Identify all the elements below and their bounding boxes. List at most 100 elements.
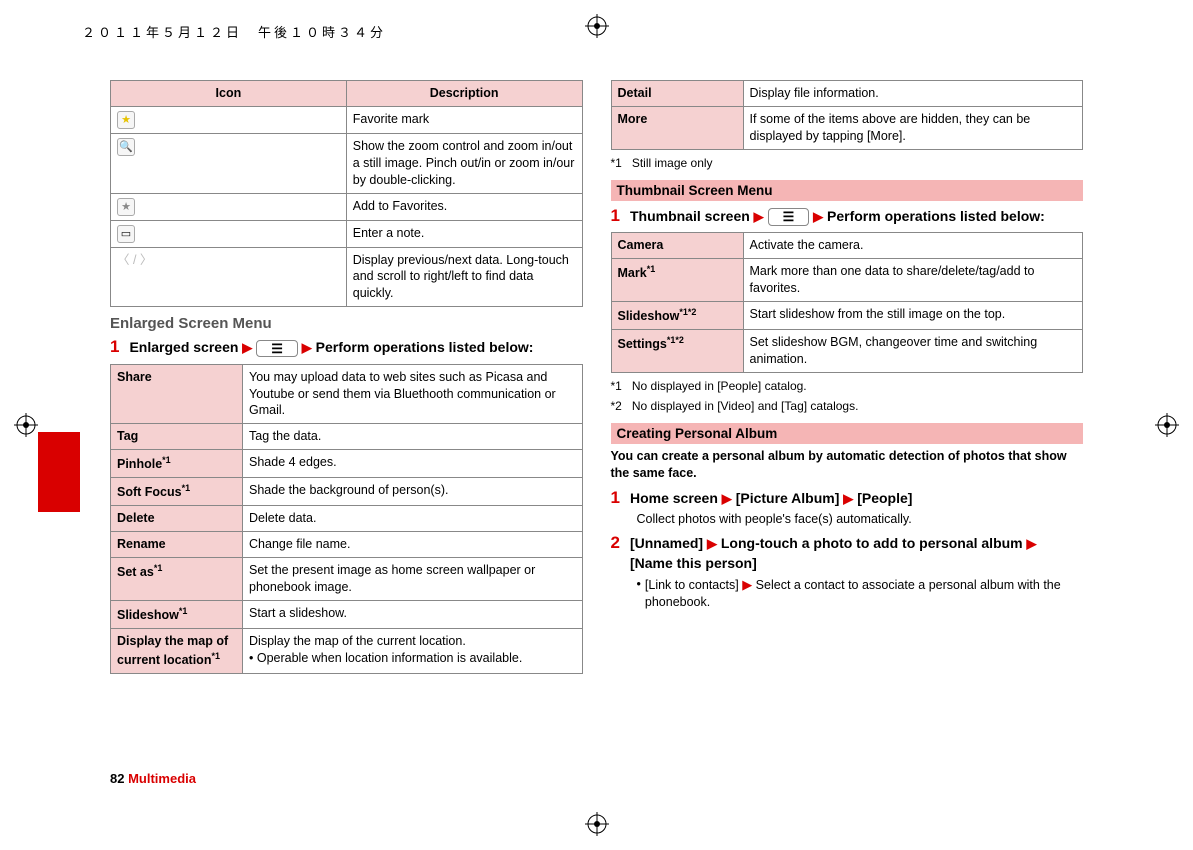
menu-row-desc: Mark more than one data to share/delete/… — [743, 259, 1082, 302]
footnote: *2 No displayed in [Video] and [Tag] cata… — [611, 399, 1084, 413]
triangle-icon: ▶ — [302, 340, 312, 355]
icon-table-header-icon: Icon — [111, 81, 347, 107]
step-part: [People] — [857, 490, 912, 506]
step-part: [Name this person] — [630, 555, 757, 571]
table-row: MoreIf some of the items above are hidde… — [611, 106, 1083, 149]
step-number: 1 — [110, 338, 119, 357]
left-column: Icon Description ★ Favorite mark 🔍 Show … — [110, 80, 583, 790]
icon-row-desc: Show the zoom control and zoom in/out a … — [346, 133, 582, 193]
menu-row-label: Display the map of current location*1 — [111, 628, 243, 673]
crop-mark-right-icon — [1155, 413, 1179, 437]
triangle-icon: ▶ — [1027, 536, 1037, 551]
table-row: Slideshow*1*2Start slideshow from the st… — [611, 301, 1083, 329]
table-row: ★ Favorite mark — [111, 106, 583, 133]
add-favorite-icon: ★ — [117, 198, 135, 216]
triangle-icon: ▶ — [754, 209, 764, 224]
step-part: Home screen — [630, 490, 718, 506]
album-intro-text: You can create a personal album by autom… — [611, 448, 1084, 482]
album-step-2: 2 [Unnamed] ▶ Long-touch a photo to add … — [611, 534, 1084, 573]
step-text-post: Perform operations listed below: — [316, 339, 534, 355]
page-content: Icon Description ★ Favorite mark 🔍 Show … — [110, 80, 1083, 790]
page-header-timestamp: ２０１１年５月１２日 午後１０時３４分 — [82, 22, 386, 41]
table-row: CameraActivate the camera. — [611, 233, 1083, 259]
table-row: Mark*1Mark more than one data to share/d… — [611, 259, 1083, 302]
footnote: *1 Still image only — [611, 156, 1084, 170]
triangle-icon: ▶ — [242, 340, 252, 355]
footnote-key: *2 — [611, 399, 622, 413]
icon-row-desc: Favorite mark — [346, 106, 582, 133]
footnote-key: *1 — [611, 156, 622, 170]
step-text-pre: Enlarged screen — [129, 339, 238, 355]
table-row: ★ Add to Favorites. — [111, 193, 583, 220]
menu-row-label: Delete — [111, 506, 243, 532]
menu-row-desc: Start a slideshow. — [243, 600, 582, 628]
menu-row-desc: Display file information. — [743, 81, 1082, 107]
menu-row-label: Settings*1*2 — [611, 329, 743, 372]
triangle-icon: ▶ — [813, 209, 823, 224]
step-text-post: Perform operations listed below: — [827, 208, 1045, 224]
menu-row-label: Slideshow*1 — [111, 600, 243, 628]
enlarged-menu-table: ShareYou may upload data to web sites su… — [110, 364, 583, 674]
menu-row-desc: You may upload data to web sites such as… — [243, 364, 582, 424]
triangle-icon: ▶ — [722, 491, 732, 506]
menu-row-desc: If some of the items above are hidden, t… — [743, 106, 1082, 149]
favorite-mark-icon: ★ — [117, 111, 135, 129]
menu-row-label: Share — [111, 364, 243, 424]
note-icon: ▭ — [117, 225, 135, 243]
menu-row-label: Tag — [111, 424, 243, 450]
table-row: 〈 / 〉 Display previous/next data. Long-t… — [111, 247, 583, 307]
menu-row-desc: Change file name. — [243, 532, 582, 558]
step-part: Long-touch a photo to add to personal al… — [721, 535, 1023, 551]
menu-icon: ☰ — [768, 208, 810, 226]
menu-icon: ☰ — [256, 340, 298, 358]
menu-row-label: Slideshow*1*2 — [611, 301, 743, 329]
step-text: Home screen ▶ [Picture Album] ▶ [People] — [630, 489, 1083, 509]
table-row: ▭ Enter a note. — [111, 220, 583, 247]
table-row: Settings*1*2Set slideshow BGM, changeove… — [611, 329, 1083, 372]
enlarged-step-1: 1 Enlarged screen ▶ ☰ ▶ Perform operatio… — [110, 338, 583, 358]
menu-row-label: Rename — [111, 532, 243, 558]
thumbnail-step-1: 1 Thumbnail screen ▶ ☰ ▶ Perform operati… — [611, 207, 1084, 227]
menu-row-desc: Set slideshow BGM, changeover time and s… — [743, 329, 1082, 372]
icon-row-desc: Display previous/next data. Long-touch a… — [346, 247, 582, 307]
table-row: DetailDisplay file information. — [611, 81, 1083, 107]
icon-table-header-desc: Description — [346, 81, 582, 107]
step-number: 2 — [611, 534, 620, 553]
step-text-pre: Thumbnail screen — [630, 208, 750, 224]
crop-mark-left-icon — [14, 413, 38, 437]
step-number: 1 — [611, 207, 620, 226]
page-number: 82 — [110, 771, 124, 786]
footnote-text: No displayed in [Video] and [Tag] catalo… — [632, 399, 859, 413]
menu-row-desc: Shade the background of person(s). — [243, 478, 582, 506]
triangle-icon: ▶ — [707, 536, 717, 551]
triangle-icon: ▶ — [843, 491, 853, 506]
table-row: Soft Focus*1Shade the background of pers… — [111, 478, 583, 506]
step-part: [Picture Album] — [736, 490, 840, 506]
bullet-part: [Link to contacts] — [645, 578, 739, 592]
menu-row-label: Soft Focus*1 — [111, 478, 243, 506]
icon-description-table: Icon Description ★ Favorite mark 🔍 Show … — [110, 80, 583, 307]
enlarged-menu-table-continued: DetailDisplay file information.MoreIf so… — [611, 80, 1084, 150]
zoom-icon: 🔍 — [117, 138, 135, 156]
menu-row-desc: Activate the camera. — [743, 233, 1082, 259]
menu-row-desc: Tag the data. — [243, 424, 582, 450]
table-row: Display the map of current location*1Dis… — [111, 628, 583, 673]
icon-row-desc: Add to Favorites. — [346, 193, 582, 220]
step-part: [Unnamed] — [630, 535, 703, 551]
footer-section-title: Multimedia — [128, 771, 196, 786]
bullet-icon: • — [637, 576, 641, 612]
step-text: Enlarged screen ▶ ☰ ▶ Perform operations… — [129, 338, 582, 358]
footnote-key: *1 — [611, 379, 622, 393]
crop-mark-bottom-icon — [585, 812, 609, 836]
album-step-1-sub: Collect photos with people's face(s) aut… — [637, 511, 1084, 529]
footnote: *1 No displayed in [People] catalog. — [611, 379, 1084, 393]
footnote-text: No displayed in [People] catalog. — [632, 379, 807, 393]
menu-row-desc: Start slideshow from the still image on … — [743, 301, 1082, 329]
prev-next-icon: 〈 / 〉 — [111, 247, 347, 307]
menu-row-desc: Delete data. — [243, 506, 582, 532]
table-row: 🔍 Show the zoom control and zoom in/out … — [111, 133, 583, 193]
table-row: RenameChange file name. — [111, 532, 583, 558]
menu-row-desc: Set the present image as home screen wal… — [243, 558, 582, 601]
table-row: Pinhole*1Shade 4 edges. — [111, 450, 583, 478]
menu-row-label: Detail — [611, 81, 743, 107]
